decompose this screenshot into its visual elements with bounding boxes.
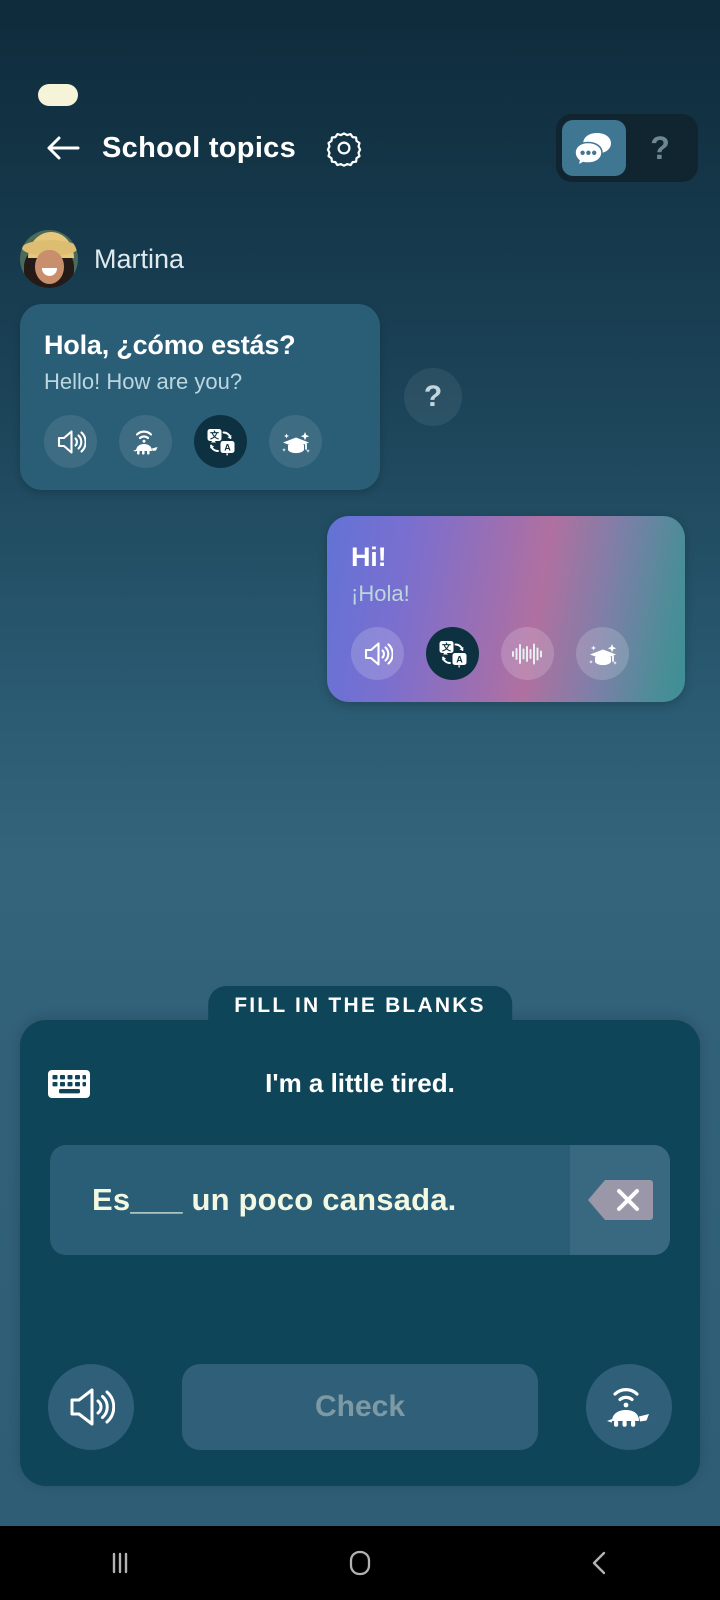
tab-help-mode[interactable]: ? — [628, 120, 692, 176]
turtle-slow-icon — [132, 430, 157, 455]
page-title: School topics — [102, 131, 297, 164]
gear-icon — [326, 132, 362, 167]
exercise-panel: FILL IN THE BLANKS I'm a little tired. E… — [20, 986, 700, 1486]
user-speaker-button[interactable] — [351, 627, 404, 680]
backspace-button[interactable] — [570, 1145, 670, 1255]
check-button[interactable]: Check — [182, 1364, 538, 1450]
speaker-icon — [57, 429, 86, 454]
app-screen: School topics ? Martina Hola, ¿cómo está… — [0, 0, 720, 1600]
arrow-left-icon — [47, 136, 80, 160]
npc-speaker-button[interactable] — [44, 415, 97, 468]
npc-explain-button[interactable] — [269, 415, 322, 468]
answer-input-value: Es___ un poco cansada. — [92, 1182, 457, 1217]
recents-icon — [112, 1552, 128, 1574]
tab-chat-mode[interactable] — [562, 120, 626, 176]
back-icon — [592, 1551, 606, 1575]
user-message-primary: Hi! — [351, 542, 387, 572]
nav-home-button[interactable] — [290, 1526, 430, 1600]
nav-back-button[interactable] — [530, 1526, 670, 1600]
chat-bubbles-icon — [575, 133, 611, 165]
waveform-icon — [511, 643, 542, 664]
backspace-icon — [588, 1180, 653, 1220]
npc-message-primary: Hola, ¿cómo estás? — [44, 330, 296, 360]
exercise-prompt: I'm a little tired. — [265, 1068, 455, 1098]
speaker-icon — [70, 1388, 115, 1426]
svg-text:文: 文 — [208, 429, 219, 440]
user-message-actions: 文 A — [351, 627, 661, 680]
home-icon — [349, 1550, 371, 1576]
npc-message-bubble[interactable]: Hola, ¿cómo estás? Hello! How are you? 文… — [20, 304, 380, 490]
npc-name: Martina — [94, 243, 185, 274]
npc-translate-button[interactable]: 文 A — [194, 415, 247, 468]
user-waveform-button[interactable] — [501, 627, 554, 680]
graduation-cap-sparkle-icon — [281, 431, 310, 453]
exercise-speaker-button[interactable] — [48, 1364, 134, 1450]
user-message-bubble[interactable]: Hi! ¡Hola! 文 A — [327, 516, 685, 702]
speaker-icon — [364, 641, 393, 666]
exercise-type-label: FILL IN THE BLANKS — [208, 986, 512, 1022]
mode-toggle-group: ? — [556, 114, 698, 182]
svg-text:A: A — [224, 442, 231, 452]
npc-message-row: Hola, ¿cómo estás? Hello! How are you? 文… — [0, 304, 720, 490]
user-translate-button[interactable]: 文 A — [426, 627, 479, 680]
status-notification-pill — [38, 84, 78, 106]
user-explain-button[interactable] — [576, 627, 629, 680]
back-button[interactable] — [40, 125, 86, 171]
nav-recents-button[interactable] — [50, 1526, 190, 1600]
exercise-slow-speech-button[interactable] — [586, 1364, 672, 1450]
answer-input-field[interactable]: Es___ un poco cansada. — [50, 1145, 670, 1255]
exercise-controls: Check — [20, 1364, 700, 1450]
chat-thread: Martina Hola, ¿cómo estás? Hello! How ar… — [0, 230, 720, 702]
system-navigation-bar — [0, 1526, 720, 1600]
user-message-row: Hi! ¡Hola! 文 A — [0, 516, 720, 702]
npc-message-translation: Hello! How are you? — [44, 369, 243, 394]
graduation-cap-sparkle-icon — [588, 643, 617, 665]
npc-message-actions: 文 A — [44, 415, 356, 468]
settings-button[interactable] — [322, 126, 366, 170]
user-message-translation: ¡Hola! — [351, 581, 410, 606]
npc-slow-speech-button[interactable] — [119, 415, 172, 468]
translate-icon: 文 A — [207, 428, 234, 456]
turtle-slow-icon — [607, 1388, 649, 1427]
npc-help-button[interactable]: ? — [404, 368, 462, 426]
npc-sender-row: Martina — [20, 230, 720, 288]
svg-text:文: 文 — [440, 641, 451, 652]
avatar — [20, 230, 78, 288]
translate-icon: 文 A — [439, 640, 466, 668]
svg-text:A: A — [456, 654, 463, 664]
app-header: School topics ? — [0, 108, 720, 188]
